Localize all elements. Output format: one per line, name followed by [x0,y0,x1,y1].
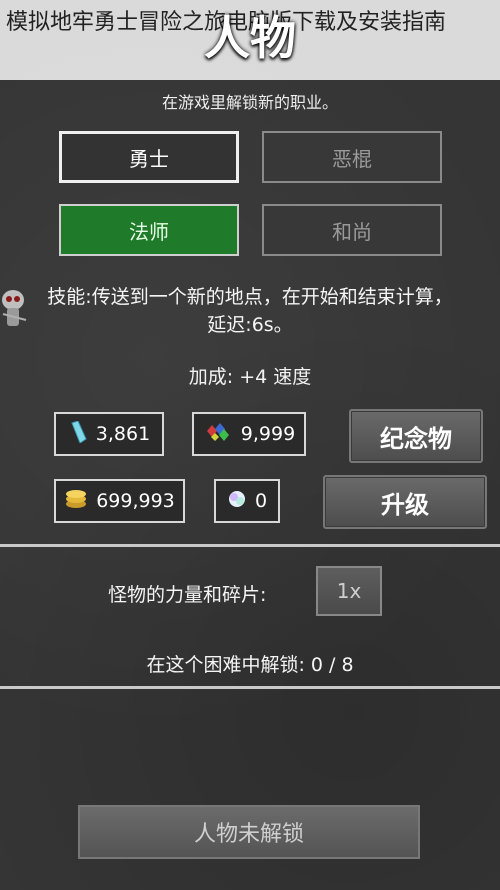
crystal-count: 3,861 [95,423,151,445]
class-monk-button[interactable]: 和尚 [262,204,442,256]
monster-power-label: 怪物的力量和碎片: [108,584,267,606]
class-mage-button[interactable]: 法师 [59,204,239,256]
orb-counter: 0 [214,479,280,523]
class-label: 法师 [129,219,169,244]
gold-icon [64,488,88,515]
unlock-progress: 在这个困难中解锁: 0 / 8 [146,654,354,676]
orb-count: 0 [254,490,268,512]
upgrade-button[interactable]: 升级 [323,475,487,529]
bonus-text: 加成: +4 速度 [188,366,312,388]
class-warrior-button[interactable]: 勇士 [59,131,239,183]
crystal-icon [68,419,88,448]
character-locked-button[interactable]: 人物未解锁 [78,805,420,859]
souvenir-button[interactable]: 纪念物 [349,409,483,463]
multiplier-label: 1x [336,579,362,603]
class-label: 恶棍 [332,146,372,171]
gold-count: 699,993 [96,490,175,512]
orb-icon [227,489,247,514]
screen-title: 人物 [204,11,296,65]
gems-icon [203,421,233,448]
class-label: 勇士 [129,146,169,171]
skill-line-2: 延迟:6s。 [207,314,293,336]
skill-line-1: 技能:传送到一个新的地点，在开始和结束计算， [47,286,453,308]
gems-count: 9,999 [240,423,296,445]
souvenir-label: 纪念物 [380,424,452,453]
upgrade-label: 升级 [381,490,429,519]
gold-counter: 699,993 [54,479,185,523]
class-label: 和尚 [332,219,372,244]
multiplier-button[interactable]: 1x [316,566,382,616]
divider-bottom [0,686,500,689]
character-locked-label: 人物未解锁 [193,822,304,847]
subtitle: 在游戏里解锁新的职业。 [161,93,338,112]
gems-counter: 9,999 [192,412,306,456]
skill-description: 技能:传送到一个新的地点，在开始和结束计算， 延迟:6s。 [10,283,490,339]
divider-top [0,544,500,547]
crystal-counter: 3,861 [54,412,164,456]
class-rogue-button[interactable]: 恶棍 [262,131,442,183]
